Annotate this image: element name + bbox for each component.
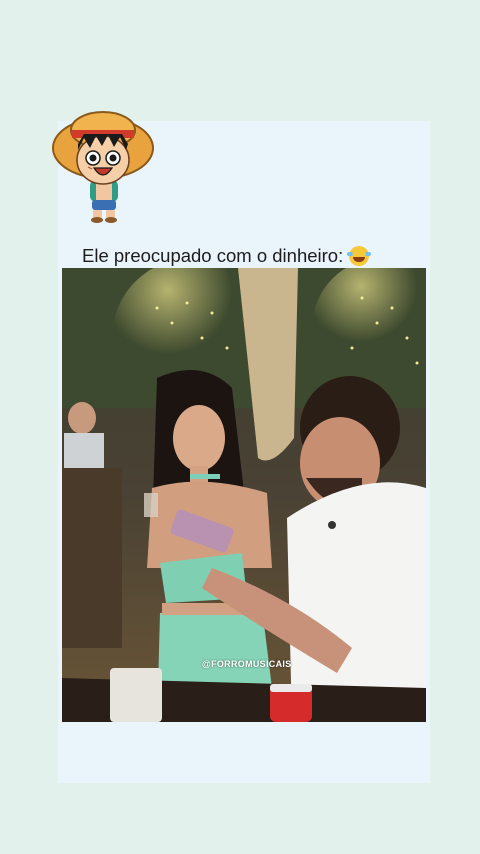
video-frame-image [62, 268, 426, 722]
caption-text: Ele preocupado com o dinheiro: [82, 245, 344, 266]
straw-hat-character-sticker-icon [52, 111, 154, 223]
video-watermark: @FORROMUSICAIS [202, 659, 292, 669]
video-player[interactable]: @FORROMUSICAIS [62, 268, 426, 722]
profile-avatar[interactable] [50, 104, 156, 228]
tears-of-joy-emoji-icon [347, 246, 372, 266]
post-caption: Ele preocupado com o dinheiro: [82, 244, 412, 268]
